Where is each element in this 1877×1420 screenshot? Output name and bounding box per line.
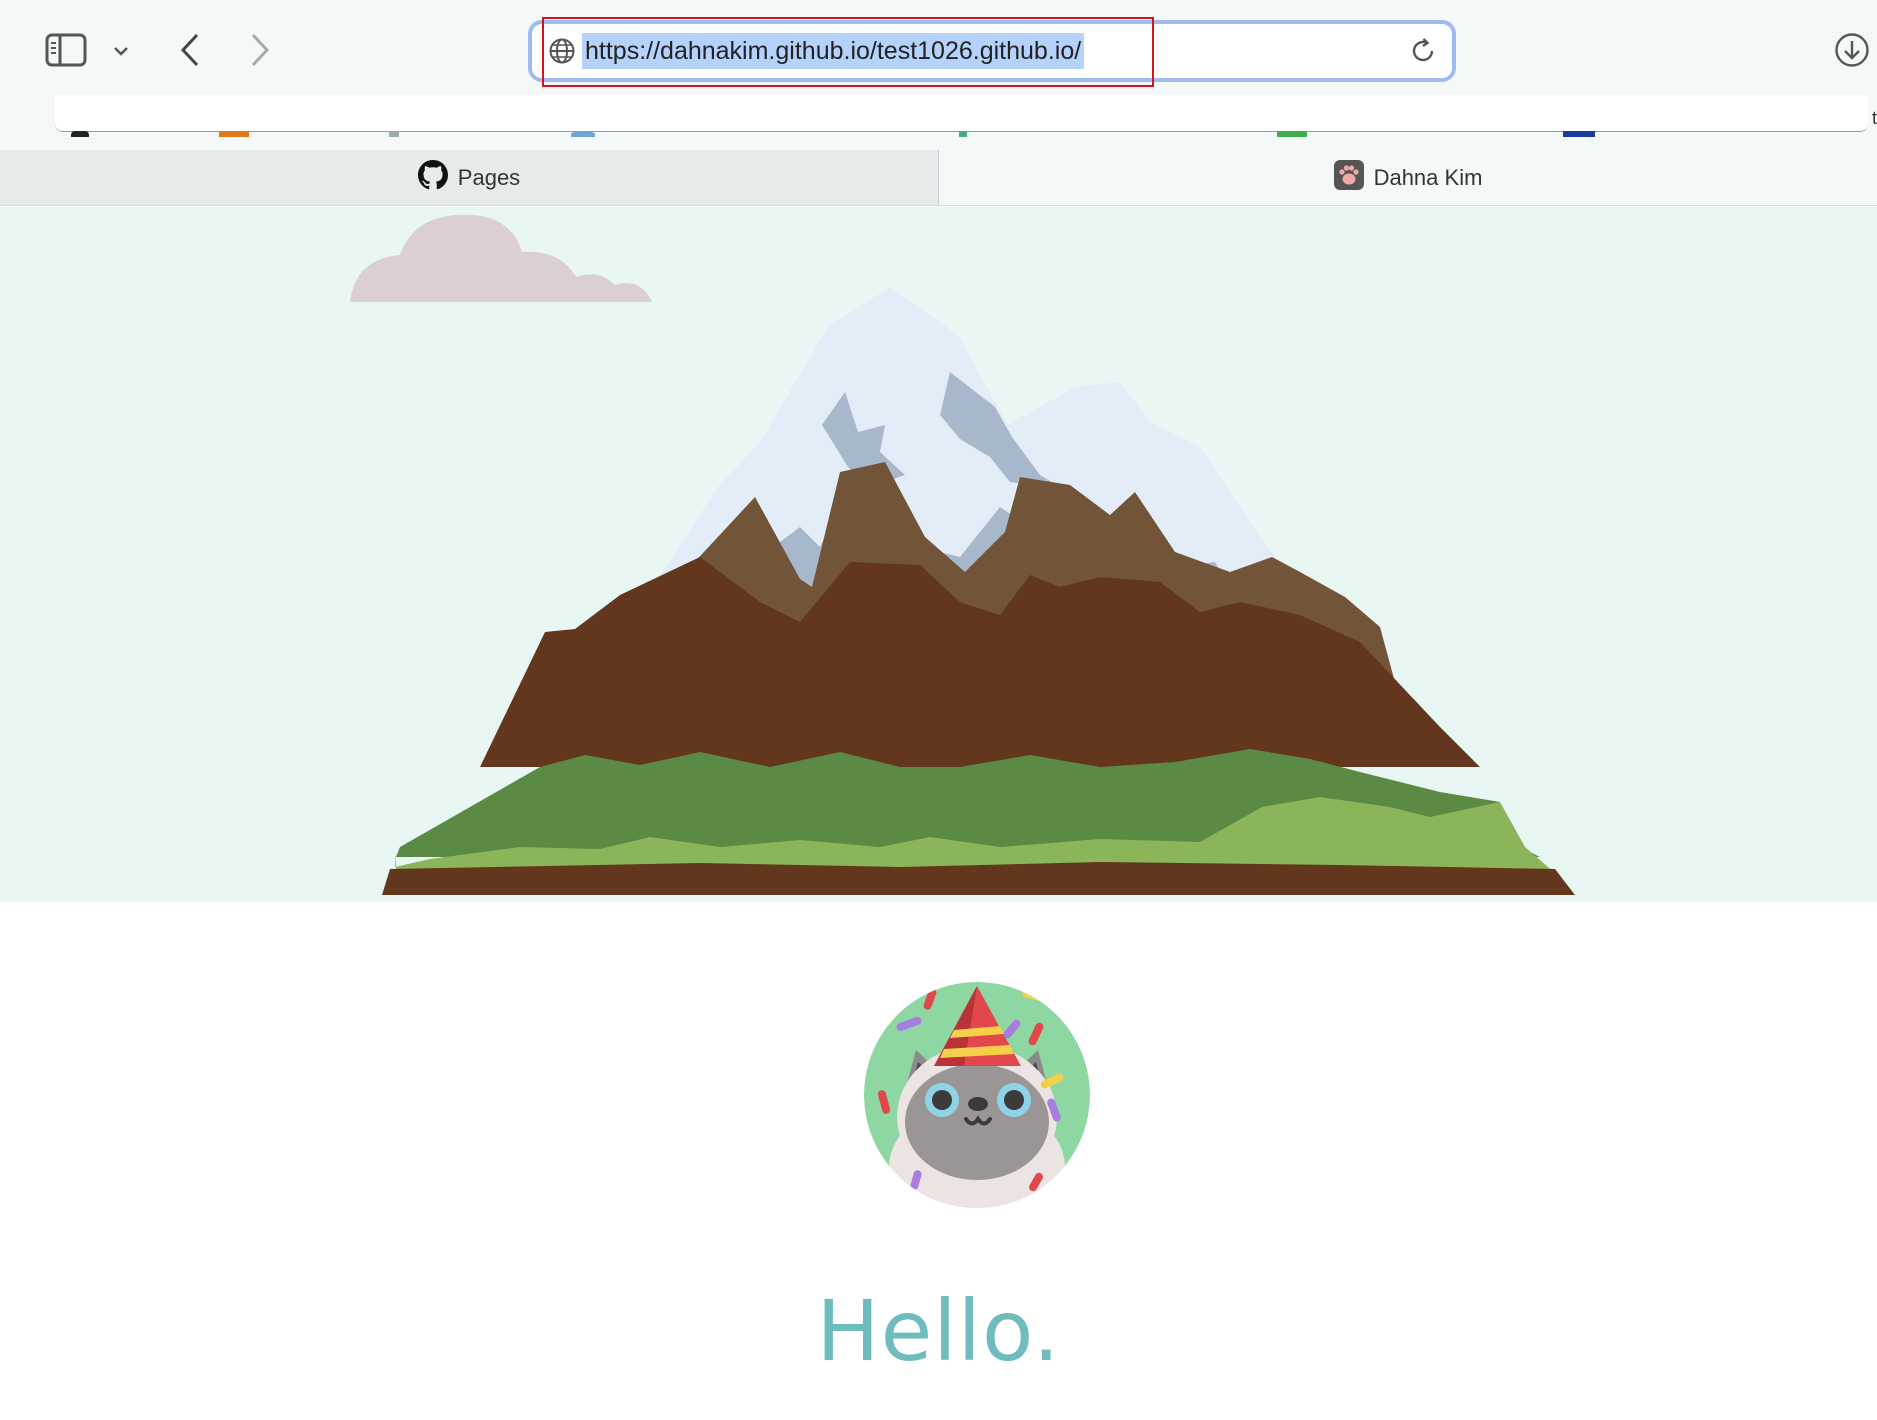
favorites-bar bbox=[55, 95, 1868, 137]
bookmark-icon[interactable] bbox=[219, 131, 249, 137]
url-text[interactable]: https://dahnakim.github.io/test1026.gith… bbox=[582, 33, 1085, 69]
tab-dahna-kim[interactable]: Dahna Kim bbox=[939, 150, 1877, 206]
cloud-shape bbox=[350, 214, 652, 302]
reload-icon[interactable] bbox=[1408, 36, 1438, 66]
bookmark-icon[interactable] bbox=[1563, 131, 1595, 137]
github-icon bbox=[417, 159, 448, 196]
tab-label: Pages bbox=[457, 164, 521, 190]
tab-bar: Pages Dahna Kim bbox=[0, 150, 1877, 206]
address-bar[interactable]: https://dahnakim.github.io/test1026.gith… bbox=[528, 20, 1456, 82]
bookmark-icon[interactable] bbox=[71, 131, 89, 137]
download-icon[interactable] bbox=[1830, 28, 1874, 72]
bookmark-icon[interactable] bbox=[959, 131, 967, 137]
browser-toolbar: https://dahnakim.github.io/test1026.gith… bbox=[0, 0, 1877, 150]
bookmark-icon[interactable] bbox=[571, 131, 595, 137]
mountain-hero bbox=[0, 207, 1877, 902]
chevron-left-icon[interactable] bbox=[170, 28, 210, 72]
sidebar-icon[interactable] bbox=[42, 30, 90, 70]
paw-icon bbox=[1333, 159, 1364, 196]
mountain-base bbox=[382, 862, 1575, 895]
chevron-right-icon[interactable] bbox=[240, 28, 280, 72]
overflow-char: t bbox=[1871, 108, 1877, 128]
avatar bbox=[864, 982, 1090, 1208]
mountain-illustration bbox=[350, 214, 1575, 895]
globe-icon bbox=[548, 37, 576, 65]
tab-label: Dahna Kim bbox=[1373, 164, 1483, 190]
hero-greeting: Hello. bbox=[816, 1282, 1061, 1380]
chevron-down-icon[interactable] bbox=[108, 36, 134, 66]
tab-pages[interactable]: Pages bbox=[0, 150, 939, 206]
bookmark-icon[interactable] bbox=[1277, 131, 1307, 137]
bookmark-icon[interactable] bbox=[389, 131, 399, 137]
